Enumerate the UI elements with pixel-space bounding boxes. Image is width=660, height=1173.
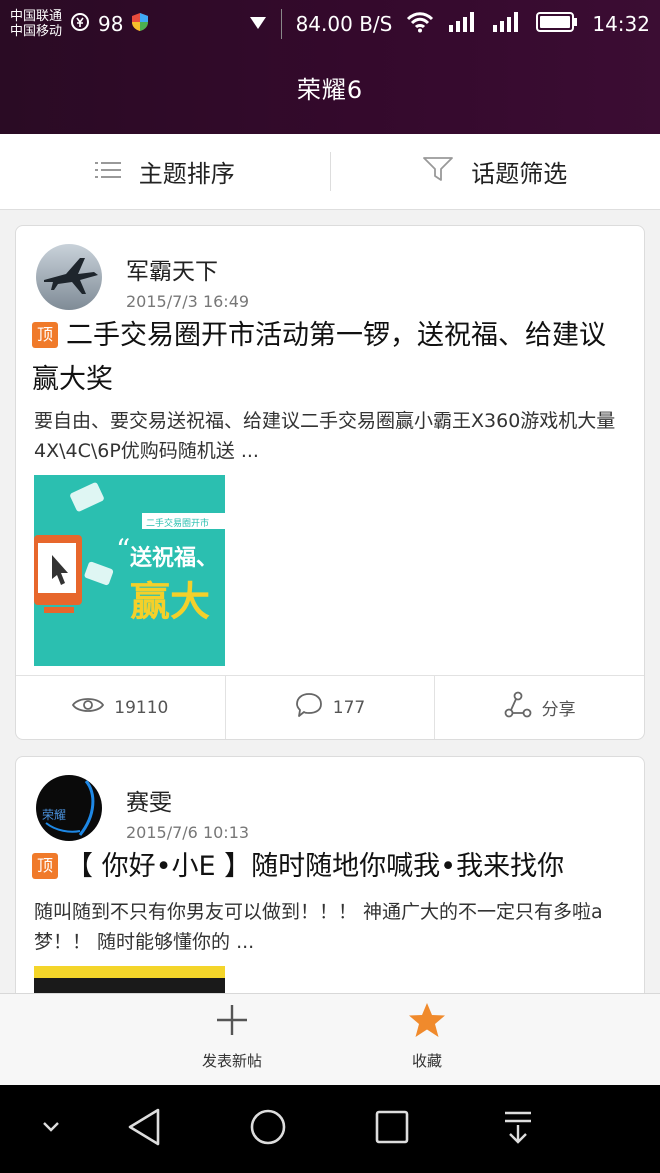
post-excerpt: 要自由、要交易送祝福、给建议二手交易圈赢小霸王X360游戏机大量4X\4C\6P… — [34, 410, 616, 462]
post-title-text: 二手交易圈开市活动第一锣，送祝福、给建议赢大奖 — [32, 320, 606, 395]
post-actions: 19110 177 分享 — [16, 675, 644, 739]
pinned-badge: 顶 — [32, 853, 58, 879]
post-author: 军霸天下 2015/7/3 16:49 — [36, 244, 249, 311]
thumbnail-caption-big: 赢大 — [130, 579, 210, 625]
clock: 14:32 — [592, 12, 650, 36]
author-name[interactable]: 赛雯 — [126, 783, 249, 817]
thumbnail-caption-mid: 送祝福、 — [130, 545, 218, 571]
wifi-icon — [406, 11, 434, 38]
post-excerpt: 随叫随到不只有你男友可以做到！！！ 神通广大的不一定只有多啦a梦！！ 随时能够懂… — [34, 901, 603, 953]
avatar[interactable]: 荣耀 — [36, 775, 102, 841]
sort-label: 主题排序 — [138, 160, 235, 188]
filter-button[interactable]: 话题筛选 — [331, 134, 660, 209]
bottom-toolbar: 发表新帖 收藏 — [0, 993, 660, 1085]
views-count: 19110 — [114, 697, 169, 718]
filter-bar: 主题排序 话题筛选 — [0, 134, 660, 210]
post-title[interactable]: 顶二手交易圈开市活动第一锣，送祝福、给建议赢大奖 — [32, 314, 628, 402]
share-icon — [504, 691, 532, 724]
app-header: 中国联通 中国移动 98 84.00 B/S 14:32 荣耀6 — [0, 0, 660, 134]
new-post-label: 发表新帖 — [201, 1052, 262, 1070]
funnel-icon — [423, 156, 454, 188]
net-speed: 84.00 B/S — [295, 12, 393, 36]
comment-icon — [295, 692, 323, 723]
avatar[interactable] — [36, 244, 102, 310]
carrier-2: 中国移动 — [10, 24, 63, 39]
system-nav-bar — [0, 1085, 660, 1173]
home-icon[interactable] — [248, 1107, 288, 1151]
share-button[interactable]: 分享 — [435, 676, 644, 739]
favorites-label: 收藏 — [411, 1052, 442, 1070]
signal-2-icon — [492, 11, 522, 38]
download-arrow-icon — [249, 12, 267, 36]
shield-icon — [131, 12, 149, 37]
post-date: 2015/7/3 16:49 — [126, 292, 250, 311]
post-author: 荣耀 赛雯 2015/7/6 10:13 — [36, 775, 249, 842]
chevron-down-icon[interactable] — [38, 1117, 64, 1141]
carrier-1: 中国联通 — [10, 9, 63, 24]
views-button[interactable]: 19110 — [16, 676, 226, 739]
share-label: 分享 — [541, 700, 576, 720]
star-icon — [408, 1002, 446, 1042]
notification-pulldown-icon[interactable] — [500, 1107, 536, 1151]
recents-icon[interactable] — [374, 1107, 410, 1151]
avatar-text: 荣耀 — [42, 808, 66, 822]
eye-icon — [72, 695, 105, 720]
comments-count: 177 — [332, 697, 366, 718]
plus-icon — [214, 1002, 250, 1042]
filter-label: 话题筛选 — [471, 160, 568, 188]
post-thumbnail[interactable]: 二手交易圈开市 送祝福、 赢大 “ — [34, 475, 225, 666]
comments-button[interactable]: 177 — [226, 676, 436, 739]
post-card[interactable]: 军霸天下 2015/7/3 16:49 顶二手交易圈开市活动第一锣，送祝福、给建… — [15, 225, 645, 740]
thumbnail-caption-small: 二手交易圈开市 — [146, 517, 209, 529]
favorites-button[interactable]: 收藏 — [367, 1002, 487, 1071]
list-icon — [94, 158, 121, 186]
post-card[interactable]: 荣耀 赛雯 2015/7/6 10:13 顶【 你好•小E 】随时随地你喊我•我… — [15, 756, 645, 1016]
battery-icon — [536, 11, 578, 38]
page-title: 荣耀6 — [296, 76, 364, 104]
signal-1-icon — [448, 11, 478, 38]
battery-percent-small: 98 — [98, 12, 124, 36]
security-icon — [70, 12, 90, 37]
back-icon[interactable] — [126, 1107, 162, 1151]
pinned-badge: 顶 — [32, 322, 58, 348]
svg-text:“: “ — [116, 533, 130, 566]
sort-button[interactable]: 主题排序 — [0, 134, 330, 209]
post-title[interactable]: 顶【 你好•小E 】随时随地你喊我•我来找你 — [32, 845, 628, 889]
status-bar: 中国联通 中国移动 98 84.00 B/S 14:32 — [0, 0, 660, 48]
carrier-labels: 中国联通 中国移动 — [10, 9, 62, 39]
post-date: 2015/7/6 10:13 — [126, 823, 250, 842]
new-post-button[interactable]: 发表新帖 — [172, 1002, 292, 1071]
post-title-text: 【 你好•小E 】随时随地你喊我•我来找你 — [66, 851, 565, 882]
author-name[interactable]: 军霸天下 — [126, 252, 249, 286]
